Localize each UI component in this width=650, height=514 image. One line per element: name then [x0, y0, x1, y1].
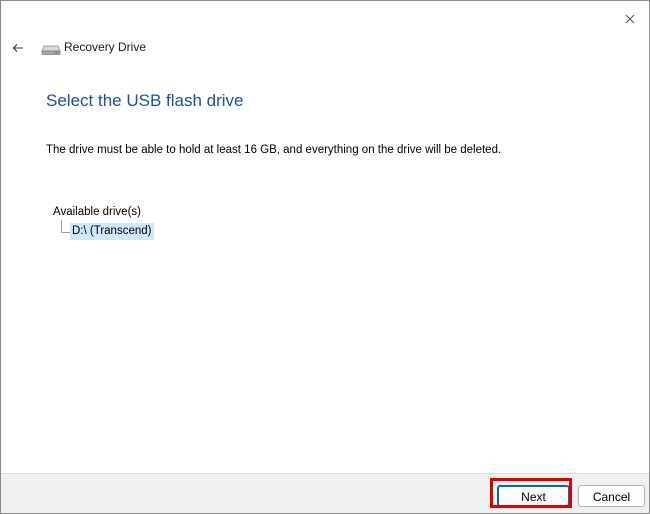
drive-icon — [41, 45, 61, 55]
close-button[interactable] — [619, 9, 641, 29]
drive-list: Available drive(s) D:\ (Transcend) — [53, 206, 253, 266]
footer-bar: Next Cancel — [1, 473, 649, 513]
page-heading: Select the USB flash drive — [46, 91, 244, 110]
title-bar: Recovery Drive — [1, 35, 649, 61]
close-icon — [625, 14, 635, 24]
tree-connector — [61, 220, 70, 233]
cancel-button[interactable]: Cancel — [578, 485, 645, 507]
next-button[interactable]: Next — [497, 485, 570, 507]
window-title: Recovery Drive — [64, 40, 147, 54]
back-button[interactable] — [8, 39, 28, 57]
drive-item-d[interactable]: D:\ (Transcend) — [70, 223, 155, 240]
drive-list-label: Available drive(s) — [53, 206, 141, 218]
recovery-drive-window: Recovery Drive Select the USB flash driv… — [0, 0, 650, 514]
back-arrow-icon — [12, 44, 23, 52]
instruction-text: The drive must be able to hold at least … — [46, 144, 502, 156]
